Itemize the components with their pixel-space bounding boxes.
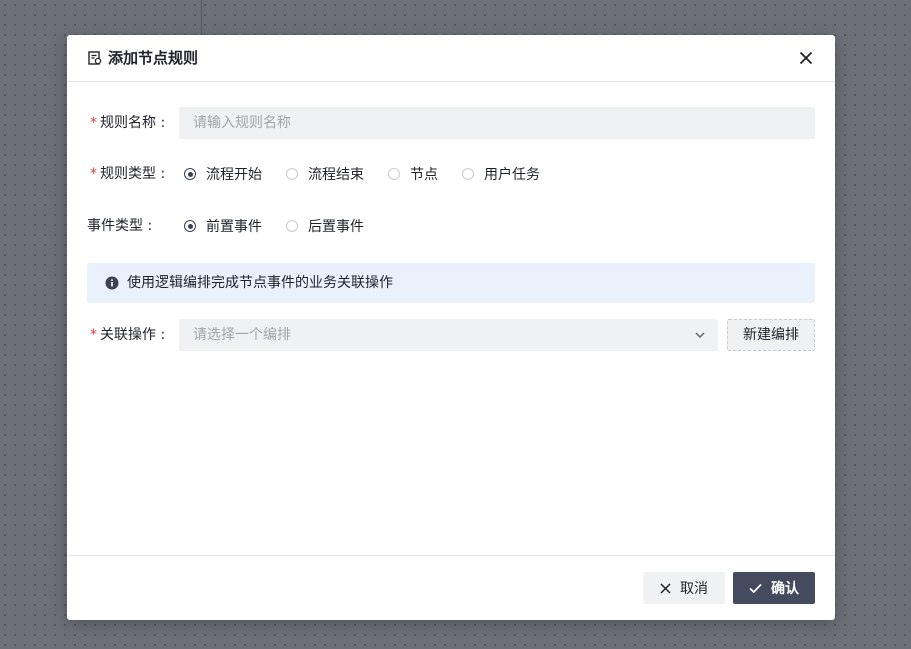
- radio-unchecked-icon: [286, 168, 298, 180]
- event-type-row: 事件类型 : 前置事件 后置事件: [87, 210, 815, 242]
- event-type-option-post[interactable]: 后置事件: [286, 216, 364, 236]
- close-icon: [660, 582, 671, 594]
- radio-checked-icon: [184, 220, 196, 232]
- rule-type-radio-group: 流程开始 流程结束 节点 用户任务: [184, 158, 564, 190]
- rule-type-option-user-task[interactable]: 用户任务: [462, 164, 540, 184]
- dialog-footer: 取消 确认: [67, 555, 835, 621]
- confirm-button[interactable]: 确认: [733, 572, 815, 604]
- event-type-label: 事件类型 :: [87, 218, 153, 234]
- related-action-placeholder: 请选择一个编排: [193, 327, 291, 343]
- related-action-row: * 关联操作 : 请选择一个编排 新建编排: [87, 319, 815, 351]
- related-action-select[interactable]: 请选择一个编排: [179, 319, 718, 351]
- event-type-option-pre[interactable]: 前置事件: [184, 216, 262, 236]
- new-orchestration-button[interactable]: 新建编排: [727, 319, 815, 351]
- dialog-header: 添加节点规则: [67, 35, 835, 82]
- rule-name-label: * 规则名称 :: [90, 115, 166, 131]
- rule-name-row: * 规则名称 : 请输入规则名称: [87, 107, 815, 139]
- chevron-down-icon: [695, 332, 705, 338]
- cancel-button[interactable]: 取消: [643, 572, 725, 604]
- info-alert-text: 使用逻辑编排完成节点事件的业务关联操作: [127, 275, 393, 291]
- dialog-title: 添加节点规则: [108, 49, 199, 67]
- add-rule-dialog: 添加节点规则 * 规则名称 : 请输入规则名称 * 规则类型 : 流程开始 流程结束…: [67, 35, 835, 620]
- background-line: [201, 0, 202, 35]
- radio-checked-icon: [184, 168, 196, 180]
- rule-doc-icon: [88, 51, 102, 65]
- rule-type-option-process-start[interactable]: 流程开始: [184, 164, 262, 184]
- check-icon: [749, 583, 762, 593]
- related-action-label: * 关联操作 :: [90, 327, 166, 343]
- cancel-label: 取消: [680, 581, 708, 597]
- rule-type-label: * 规则类型 :: [90, 166, 166, 182]
- confirm-label: 确认: [771, 581, 799, 597]
- radio-unchecked-icon: [286, 220, 298, 232]
- rule-type-option-process-end[interactable]: 流程结束: [286, 164, 364, 184]
- info-alert: 使用逻辑编排完成节点事件的业务关联操作: [87, 263, 815, 303]
- radio-unchecked-icon: [462, 168, 474, 180]
- info-icon: [105, 276, 119, 290]
- rule-name-input[interactable]: 请输入规则名称: [179, 107, 815, 139]
- event-type-radio-group: 前置事件 后置事件: [184, 210, 388, 242]
- required-mark: *: [90, 166, 97, 182]
- rule-type-row: * 规则类型 : 流程开始 流程结束 节点 用户任务: [87, 158, 815, 190]
- required-mark: *: [90, 327, 97, 343]
- rule-type-option-node[interactable]: 节点: [388, 164, 438, 184]
- close-icon[interactable]: [797, 49, 815, 67]
- radio-unchecked-icon: [388, 168, 400, 180]
- required-mark: *: [90, 115, 97, 131]
